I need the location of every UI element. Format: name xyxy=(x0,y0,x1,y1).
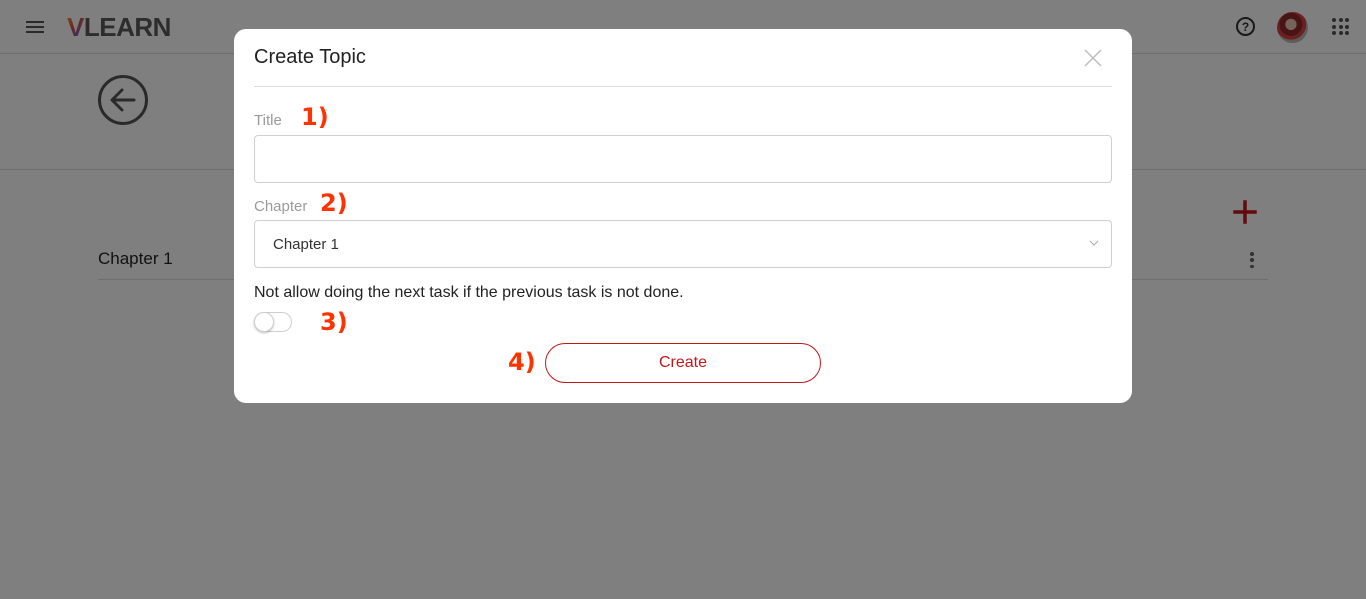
step-4-annotation: 4) xyxy=(508,348,536,376)
title-label: Title xyxy=(254,112,282,129)
toggle-label: Not allow doing the next task if the pre… xyxy=(254,284,684,301)
step-3-annotation: 3) xyxy=(320,308,348,336)
close-icon[interactable] xyxy=(1084,49,1102,67)
create-button[interactable]: Create xyxy=(545,343,821,383)
chapter-select[interactable]: Chapter 1 xyxy=(254,220,1112,268)
step-2-annotation: 2) xyxy=(320,189,348,217)
page: VLEARN ? Chapter 1 Create Topic Title 1)… xyxy=(0,0,1366,599)
chevron-down-icon xyxy=(1089,240,1099,246)
create-topic-modal: Create Topic Title 1) Chapter 2) Chapter… xyxy=(234,29,1132,403)
title-input[interactable] xyxy=(254,135,1112,183)
toggle-knob xyxy=(254,312,274,332)
step-1-annotation: 1) xyxy=(301,103,329,131)
lock-progress-toggle[interactable] xyxy=(254,312,292,332)
chapter-label: Chapter xyxy=(254,198,308,215)
modal-divider xyxy=(254,86,1112,87)
chapter-select-value: Chapter 1 xyxy=(273,236,339,253)
modal-title: Create Topic xyxy=(254,46,366,68)
